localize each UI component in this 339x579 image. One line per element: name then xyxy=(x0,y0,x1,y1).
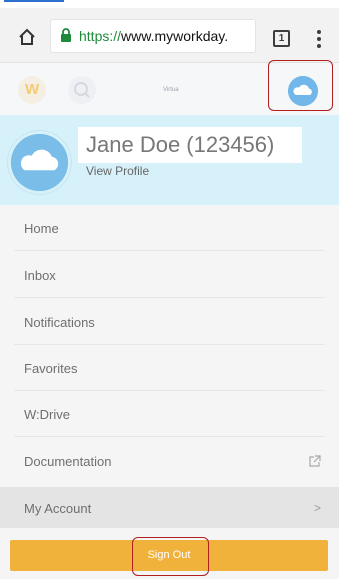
menu-item-label: Notifications xyxy=(24,315,95,330)
avatar-highlight-box xyxy=(268,60,333,111)
menu-item-wdrive[interactable]: W:Drive xyxy=(0,391,339,437)
mobile-browser-screen: https://www.myworkday. 1 W Virtua Jane D… xyxy=(0,0,339,579)
profile-avatar[interactable] xyxy=(8,131,71,194)
menu-item-label: My Account xyxy=(24,501,92,516)
profile-name: Jane Doe (123456) xyxy=(78,127,302,163)
tenant-logo: Virtua xyxy=(163,87,179,93)
browser-toolbar: https://www.myworkday. 1 xyxy=(0,8,339,63)
menu-item-label: W:Drive xyxy=(24,407,70,422)
top-link-fragment xyxy=(4,0,64,8)
menu-divider xyxy=(14,297,325,298)
url-text: https://www.myworkday. xyxy=(79,28,228,44)
menu-item-my-account[interactable]: My Account > xyxy=(0,487,339,528)
address-bar[interactable]: https://www.myworkday. xyxy=(50,19,256,53)
view-profile-link[interactable]: View Profile xyxy=(86,164,149,178)
menu-icon[interactable] xyxy=(317,30,322,48)
menu-divider xyxy=(14,250,325,251)
menu-item-inbox[interactable]: Inbox xyxy=(0,252,339,298)
lock-icon xyxy=(61,28,71,42)
menu-item-label: Favorites xyxy=(24,361,78,376)
url-scheme: https:// xyxy=(79,28,122,44)
menu-item-notifications[interactable]: Notifications xyxy=(0,299,339,345)
menu-divider xyxy=(14,436,325,437)
profile-panel[interactable]: Jane Doe (123456) View Profile xyxy=(0,115,339,205)
menu-item-favorites[interactable]: Favorites xyxy=(0,345,339,391)
workday-logo-icon[interactable]: W xyxy=(18,76,46,104)
menu-item-documentation[interactable]: Documentation xyxy=(0,438,339,484)
account-menu: Home Inbox Notifications Favorites W:Dri… xyxy=(0,205,339,526)
signout-highlight-box xyxy=(132,537,209,576)
external-link-icon xyxy=(309,455,321,467)
tab-switcher-icon[interactable]: 1 xyxy=(273,30,290,47)
url-domain: www.myworkday. xyxy=(121,28,229,44)
menu-item-home[interactable]: Home xyxy=(0,205,339,251)
menu-item-label: Inbox xyxy=(24,268,56,283)
chevron-right-icon: > xyxy=(314,501,322,515)
menu-item-label: Home xyxy=(24,221,59,236)
home-icon[interactable] xyxy=(18,28,36,46)
search-icon[interactable] xyxy=(68,76,96,104)
menu-item-label: Documentation xyxy=(24,454,112,469)
